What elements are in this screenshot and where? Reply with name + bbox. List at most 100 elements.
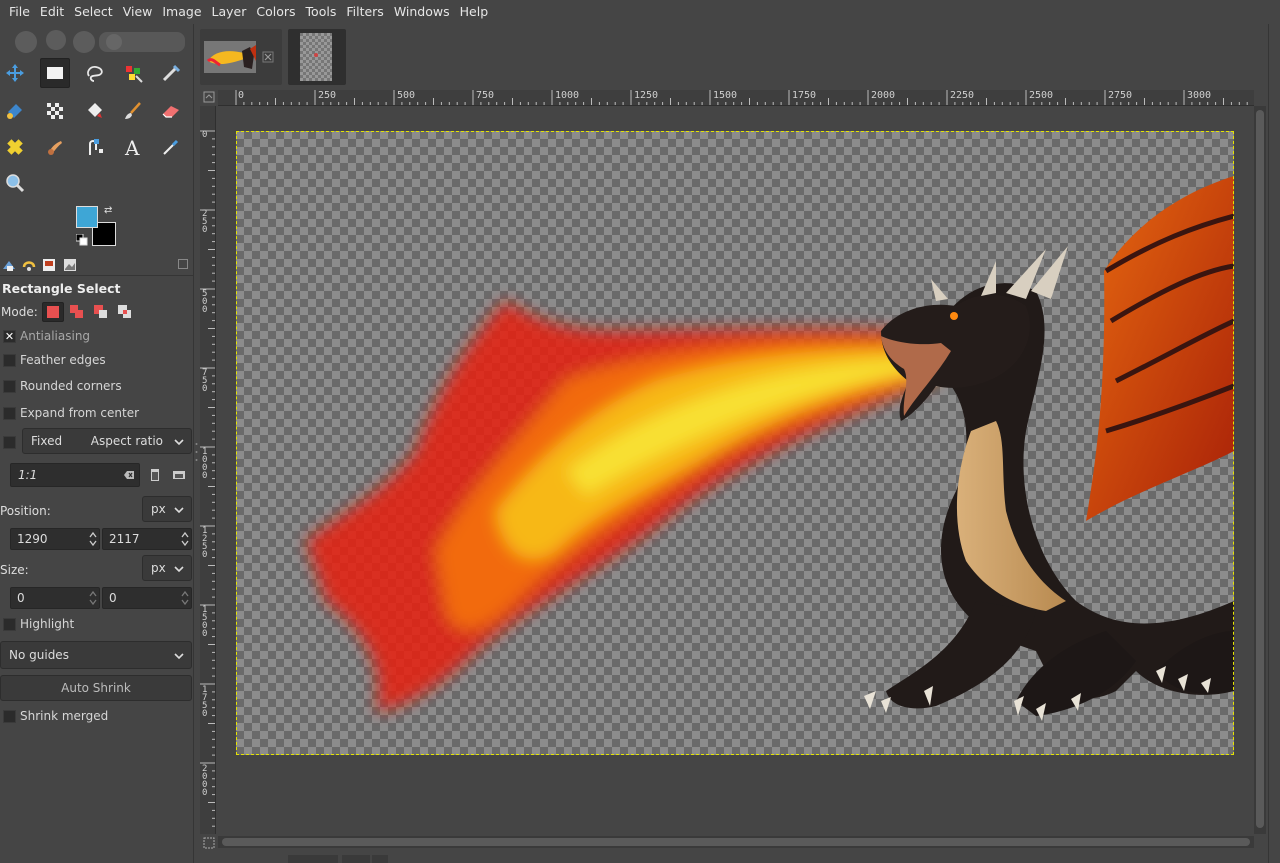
menu-edit[interactable]: Edit (35, 0, 69, 24)
guides-combo[interactable]: No guides (0, 641, 192, 669)
shrink-merged-label: Shrink merged (20, 709, 109, 723)
foreground-color[interactable] (76, 206, 98, 228)
horizontal-ruler[interactable]: 0 250 500 750 1000 1250 1500 1750 2000 2… (218, 90, 1254, 106)
landscape-icon[interactable] (172, 469, 186, 481)
menu-file[interactable]: File (4, 0, 35, 24)
free-select-icon[interactable] (80, 58, 110, 88)
image-tab-dragon[interactable] (200, 29, 282, 85)
panel-menu-icon[interactable] (178, 259, 188, 269)
menu-filters[interactable]: Filters (341, 0, 388, 24)
position-x-field[interactable]: 1290 (10, 528, 100, 550)
ratio-entry[interactable]: 1:1 (10, 463, 140, 487)
vertical-scroll-thumb[interactable] (1256, 110, 1264, 828)
guides-value: No guides (9, 648, 69, 662)
menu-image[interactable]: Image (157, 0, 206, 24)
tool-options-title: Rectangle Select (2, 281, 121, 296)
highlight-label: Highlight (20, 617, 75, 631)
heal-icon[interactable] (0, 132, 30, 162)
smudge-icon[interactable] (40, 132, 70, 162)
feather-edges-checkbox[interactable] (3, 353, 16, 367)
reset-colors-icon[interactable] (76, 234, 88, 246)
ruler-label: 1750 (792, 90, 817, 101)
menu-select[interactable]: Select (69, 0, 118, 24)
rounded-corners-checkbox[interactable] (3, 379, 16, 393)
paintbrush-icon[interactable] (118, 96, 148, 126)
quick-mask-toggle-icon[interactable] (202, 90, 216, 104)
menu-tools[interactable]: Tools (301, 0, 342, 24)
foreground-select-icon[interactable] (118, 58, 148, 88)
size-unit-combo[interactable]: px (142, 555, 192, 581)
expand-from-center-row[interactable]: Expand from center (0, 403, 194, 423)
size-unit: px (151, 561, 166, 575)
position-label: Position: (0, 504, 51, 518)
ruler-label: 500 (397, 90, 416, 101)
device-status-tab-icon[interactable] (21, 257, 37, 273)
clear-entry-icon[interactable] (123, 469, 135, 481)
menubar: File Edit Select View Image Layer Colors… (0, 0, 1280, 24)
antialiasing-row[interactable]: ✕ Antialiasing (0, 326, 194, 346)
antialiasing-checkbox[interactable]: ✕ (3, 329, 16, 343)
rounded-corners-label: Rounded corners (20, 379, 122, 393)
undo-history-tab-icon[interactable] (41, 257, 57, 273)
menu-windows[interactable]: Windows (389, 0, 455, 24)
eraser-icon[interactable] (156, 96, 186, 126)
horizontal-scroll-thumb[interactable] (222, 838, 1250, 846)
horizontal-scrollbar[interactable] (218, 836, 1254, 848)
expand-from-center-checkbox[interactable] (3, 406, 16, 420)
move-tool-icon[interactable] (0, 58, 30, 88)
auto-shrink-button[interactable]: Auto Shrink (0, 675, 192, 701)
mode-subtract-icon[interactable] (90, 302, 112, 322)
rectangle-select-icon[interactable] (40, 58, 70, 88)
position-y-value: 2117 (109, 532, 140, 546)
spin-arrows-icon[interactable] (88, 589, 98, 607)
ruler-label: 1000 (555, 90, 580, 101)
unified-transform-icon[interactable] (0, 96, 30, 126)
fixed-checkbox[interactable] (3, 435, 16, 449)
toolbox-panel: A ⇄ Rectangle Select Mode: ✕ Antialiasin… (0, 24, 194, 863)
image-canvas[interactable] (236, 131, 1234, 755)
fixed-checkbox-row[interactable] (0, 432, 20, 452)
close-tab-icon[interactable] (262, 51, 274, 63)
menu-colors[interactable]: Colors (251, 0, 300, 24)
spin-arrows-icon[interactable] (180, 530, 190, 548)
position-unit: px (151, 502, 166, 516)
rounded-corners-row[interactable]: Rounded corners (0, 376, 194, 396)
paths-icon[interactable] (80, 132, 110, 162)
crop-icon[interactable] (156, 58, 186, 88)
fixed-combo[interactable]: Fixed Aspect ratio (22, 428, 192, 454)
menu-view[interactable]: View (118, 0, 158, 24)
ruler-label: 2250 (950, 90, 975, 101)
mode-add-icon[interactable] (66, 302, 88, 322)
color-picker-icon[interactable] (156, 132, 186, 162)
position-unit-combo[interactable]: px (142, 496, 192, 522)
spin-arrows-icon[interactable] (88, 530, 98, 548)
swap-colors-icon[interactable]: ⇄ (104, 206, 116, 218)
dock-tabs (0, 254, 194, 276)
images-tab-icon[interactable] (62, 257, 78, 273)
feather-edges-row[interactable]: Feather edges (0, 350, 194, 370)
spin-arrows-icon[interactable] (180, 589, 190, 607)
text-tool-icon[interactable]: A (118, 132, 148, 162)
chevron-down-icon (174, 439, 184, 446)
navigate-icon[interactable] (202, 836, 216, 850)
size-width-field[interactable]: 0 (10, 587, 100, 609)
highlight-row[interactable]: Highlight (0, 614, 194, 634)
mode-replace-icon[interactable] (41, 302, 64, 322)
bucket-fill-icon[interactable] (80, 96, 110, 126)
shrink-merged-checkbox[interactable] (3, 709, 16, 723)
highlight-checkbox[interactable] (3, 617, 16, 631)
menu-layer[interactable]: Layer (207, 0, 252, 24)
image-tab-second[interactable] (288, 29, 346, 85)
menu-help[interactable]: Help (455, 0, 494, 24)
position-y-field[interactable]: 2117 (102, 528, 192, 550)
vertical-ruler[interactable]: 0 250 500 750 1000 1250 1500 1750 2000 (200, 106, 216, 834)
mode-intersect-icon[interactable] (114, 302, 136, 322)
zoom-icon[interactable] (0, 168, 30, 198)
portrait-icon[interactable] (149, 468, 161, 482)
vertical-scrollbar[interactable] (1254, 106, 1266, 834)
warp-transform-icon[interactable] (40, 96, 70, 126)
tool-options-tab-icon[interactable] (1, 257, 17, 273)
size-height-field[interactable]: 0 (102, 587, 192, 609)
shrink-merged-row[interactable]: Shrink merged (0, 706, 194, 726)
antialiasing-label: Antialiasing (20, 329, 91, 343)
